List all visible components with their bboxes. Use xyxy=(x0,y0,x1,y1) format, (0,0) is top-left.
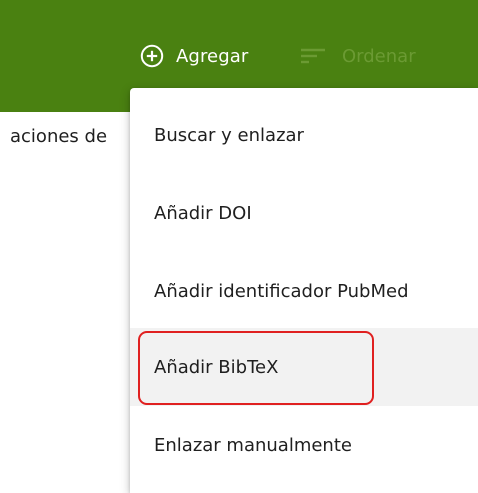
add-dropdown-menu: Buscar y enlazar Añadir DOI Añadir ident… xyxy=(130,88,478,493)
menu-item-label: Buscar y enlazar xyxy=(154,124,304,146)
menu-item-label: Enlazar manualmente xyxy=(154,434,352,456)
menu-item-add-bibtex[interactable]: Añadir BibTeX xyxy=(130,328,478,406)
menu-item-add-pubmed-id[interactable]: Añadir identificador PubMed xyxy=(130,252,478,330)
sort-button[interactable]: Ordenar xyxy=(300,38,416,74)
add-button[interactable]: Agregar xyxy=(140,38,248,74)
menu-item-label: Añadir identificador PubMed xyxy=(154,280,409,302)
menu-item-add-doi[interactable]: Añadir DOI xyxy=(130,174,478,252)
menu-item-search-and-link[interactable]: Buscar y enlazar xyxy=(130,96,478,174)
sort-lines-icon xyxy=(301,48,325,64)
menu-item-label: Añadir DOI xyxy=(154,202,252,224)
plus-circle-icon xyxy=(140,44,164,68)
menu-item-link-manually[interactable]: Enlazar manualmente xyxy=(130,406,478,484)
background-page-text: aciones de xyxy=(10,126,108,147)
add-button-label: Agregar xyxy=(176,45,249,67)
menu-item-label: Añadir BibTeX xyxy=(154,356,279,378)
sort-button-label: Ordenar xyxy=(342,45,416,67)
